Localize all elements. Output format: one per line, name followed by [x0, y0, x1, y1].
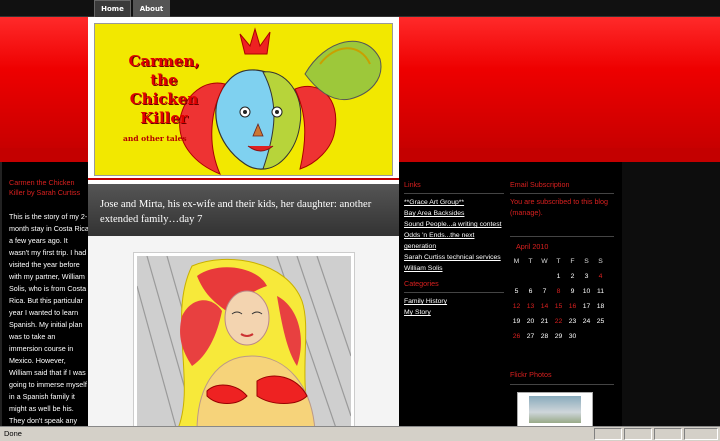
flickr-divider	[510, 384, 614, 385]
header-title-line: Chicken	[129, 90, 199, 108]
status-pane	[684, 428, 718, 440]
flickr-thumbnail[interactable]	[517, 392, 593, 427]
header-title-line: Carmen,	[128, 52, 200, 70]
calendar-day: 21	[540, 318, 549, 325]
category-item[interactable]: Family History	[404, 296, 508, 307]
category-item[interactable]: My Story	[404, 307, 508, 318]
link-item[interactable]: Sound People...a writing contest	[404, 219, 508, 230]
calendar-day: 28	[540, 333, 549, 340]
calendar-day	[580, 331, 593, 342]
calendar-day: 27	[526, 333, 535, 340]
status-pane	[654, 428, 682, 440]
calendar-day[interactable]: 15	[552, 301, 565, 312]
calendar-day: 3	[584, 273, 589, 280]
post-header: Jose and Mirta, his ex-wife and their ki…	[88, 184, 399, 236]
page-background-right	[622, 162, 720, 427]
categories-divider	[404, 292, 504, 293]
calendar-day: 11	[596, 288, 605, 295]
link-item[interactable]: Bay Area Backsides	[404, 208, 508, 219]
nav-tab-about[interactable]: About	[133, 0, 170, 17]
email-subscription-title: Email Subscription	[510, 180, 570, 189]
link-item[interactable]: Odds 'n Ends...the next generation	[404, 230, 508, 252]
links-sidebar: Links **Grace Art Group** Bay Area Backs…	[402, 162, 506, 427]
post-body	[88, 236, 399, 432]
calendar-day: 2	[570, 273, 575, 280]
calendar-day	[524, 271, 537, 282]
calendar-day[interactable]: 14	[538, 301, 551, 312]
calendar-day-header: T	[528, 258, 533, 265]
browser-status-bar: Done	[0, 426, 720, 441]
blog-header-banner[interactable]: Carmen, the Chicken Killer and other tal…	[88, 17, 399, 184]
calendar-day-header: W	[541, 258, 548, 265]
calendar-day[interactable]: 8	[552, 286, 565, 297]
calendar-day[interactable]: 26	[510, 331, 523, 342]
links-title: Links	[404, 180, 421, 189]
header-divider	[88, 178, 399, 180]
nav-tab-home[interactable]: Home	[94, 0, 131, 17]
calendar-day-header: M	[513, 258, 520, 265]
calendar-day[interactable]: 16	[566, 301, 579, 312]
link-item[interactable]: Sarah Curtiss technical services	[404, 252, 508, 263]
flickr-photos-title: Flickr Photos	[510, 370, 552, 379]
left-sidebar: Carmen the Chicken Killer by Sarah Curti…	[0, 162, 89, 437]
status-pane	[594, 428, 622, 440]
calendar-day	[510, 271, 523, 282]
calendar-day: 25	[596, 318, 605, 325]
calendar-day[interactable]: 12	[510, 301, 523, 312]
calendar-day: 20	[526, 318, 535, 325]
status-text: Done	[4, 429, 22, 438]
calendar-day	[594, 331, 607, 342]
top-nav-bar: Home About	[0, 0, 720, 17]
calendar-day	[538, 271, 551, 282]
calendar-day: 1	[556, 273, 561, 280]
calendar-day[interactable]: 22	[552, 316, 565, 327]
right-sidebar: Email Subscription You are subscribed to…	[506, 162, 622, 427]
flickr-photo-image	[529, 396, 581, 423]
calendar-title: April 2010	[516, 242, 549, 251]
calendar-day: 30	[568, 333, 577, 340]
header-title-line: Killer	[140, 109, 188, 127]
post-title[interactable]: Jose and Mirta, his ex-wife and their ki…	[100, 197, 392, 227]
email-subscription-text[interactable]: You are subscribed to this blog (manage)…	[510, 196, 614, 218]
calendar-day: 9	[570, 288, 575, 295]
calendar-day: 29	[554, 333, 563, 340]
calendar-day: 17	[582, 303, 591, 310]
calendar-day: 6	[528, 288, 533, 295]
email-divider	[510, 193, 614, 194]
calendar-day-header: S	[598, 258, 603, 265]
sidebar-book-title[interactable]: Carmen the Chicken Killer by Sarah Curti…	[9, 178, 87, 198]
calendar-day[interactable]: 4	[594, 271, 607, 282]
calendar-day: 23	[568, 318, 577, 325]
link-item[interactable]: William Solis	[404, 263, 508, 274]
calendar-day-header: T	[556, 258, 561, 265]
links-divider	[404, 193, 504, 194]
calendar-day-header: S	[584, 258, 589, 265]
header-title-line: the	[150, 71, 178, 89]
calendar-day: 19	[512, 318, 521, 325]
calendar-day-header: F	[570, 258, 575, 265]
calendar-divider	[510, 236, 614, 237]
woman-painting-image	[137, 256, 351, 431]
categories-title: Categories	[404, 279, 439, 288]
calendar-grid: M T W T F S S 1 2 3 4 5 6 7 8 9 10 11 12 13 14 15 16 17 18 19 20 21…	[510, 256, 622, 342]
chicken-artwork-image: Carmen, the Chicken Killer and other tal…	[94, 23, 393, 176]
calendar-day: 7	[542, 288, 547, 295]
sidebar-book-description: This is the story of my 2-month stay in …	[9, 212, 89, 437]
calendar-day: 5	[514, 288, 519, 295]
calendar-day[interactable]: 13	[524, 301, 537, 312]
post-image-frame[interactable]	[133, 252, 355, 432]
calendar-day: 10	[582, 288, 591, 295]
status-pane	[624, 428, 652, 440]
link-item[interactable]: **Grace Art Group**	[404, 197, 508, 208]
calendar-day: 18	[596, 303, 605, 310]
calendar-day: 24	[582, 318, 591, 325]
header-tagline: and other tales	[123, 134, 187, 143]
